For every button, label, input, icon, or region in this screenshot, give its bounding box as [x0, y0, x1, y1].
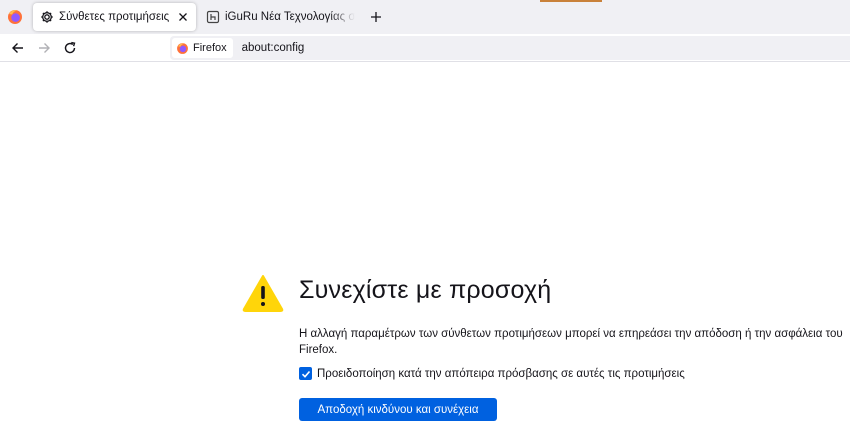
iguru-favicon-icon	[206, 10, 220, 24]
forward-button[interactable]	[35, 39, 53, 57]
reload-button[interactable]	[61, 39, 79, 57]
page-title: Συνεχίστε με προσοχή	[299, 276, 552, 304]
gear-icon	[40, 10, 54, 24]
back-button[interactable]	[9, 39, 27, 57]
tab-title: iGuRu Νέα Τεχνολογίας σε προ	[225, 11, 355, 23]
identity-label: Firefox	[193, 42, 227, 54]
url-text[interactable]: about:config	[242, 42, 305, 54]
warning-checkbox-row[interactable]: Προειδοποίηση κατά την απόπειρα πρόσβαση…	[299, 367, 685, 380]
checkmark-icon	[301, 370, 310, 378]
warning-checkbox-label: Προειδοποίηση κατά την απόπειρα πρόσβαση…	[317, 367, 685, 380]
warning-icon	[242, 273, 284, 313]
warning-description: Η αλλαγή παραμέτρων των σύνθετων προτιμή…	[299, 328, 843, 356]
url-bar[interactable]: Firefox about:config	[170, 36, 850, 60]
firefox-view-icon[interactable]	[6, 8, 24, 26]
tab-iguru[interactable]: iGuRu Νέα Τεχνολογίας σε προ	[200, 3, 355, 31]
warning-checkbox[interactable]	[299, 367, 312, 380]
tabstrip-accent-line	[540, 0, 602, 2]
identity-box[interactable]: Firefox	[172, 38, 233, 58]
firefox-logo-icon	[177, 42, 188, 54]
tab-strip: Σύνθετες προτιμήσεις iGuRu Νέα Τεχνολογί…	[0, 0, 850, 34]
tab-advanced-preferences[interactable]: Σύνθετες προτιμήσεις	[33, 3, 196, 31]
new-tab-button[interactable]	[367, 8, 385, 26]
accept-risk-button[interactable]: Αποδοχή κινδύνου και συνέχεια	[299, 398, 497, 421]
navigation-toolbar: Firefox about:config	[0, 34, 850, 62]
close-tab-icon[interactable]	[174, 8, 192, 26]
tab-title: Σύνθετες προτιμήσεις	[59, 11, 170, 23]
